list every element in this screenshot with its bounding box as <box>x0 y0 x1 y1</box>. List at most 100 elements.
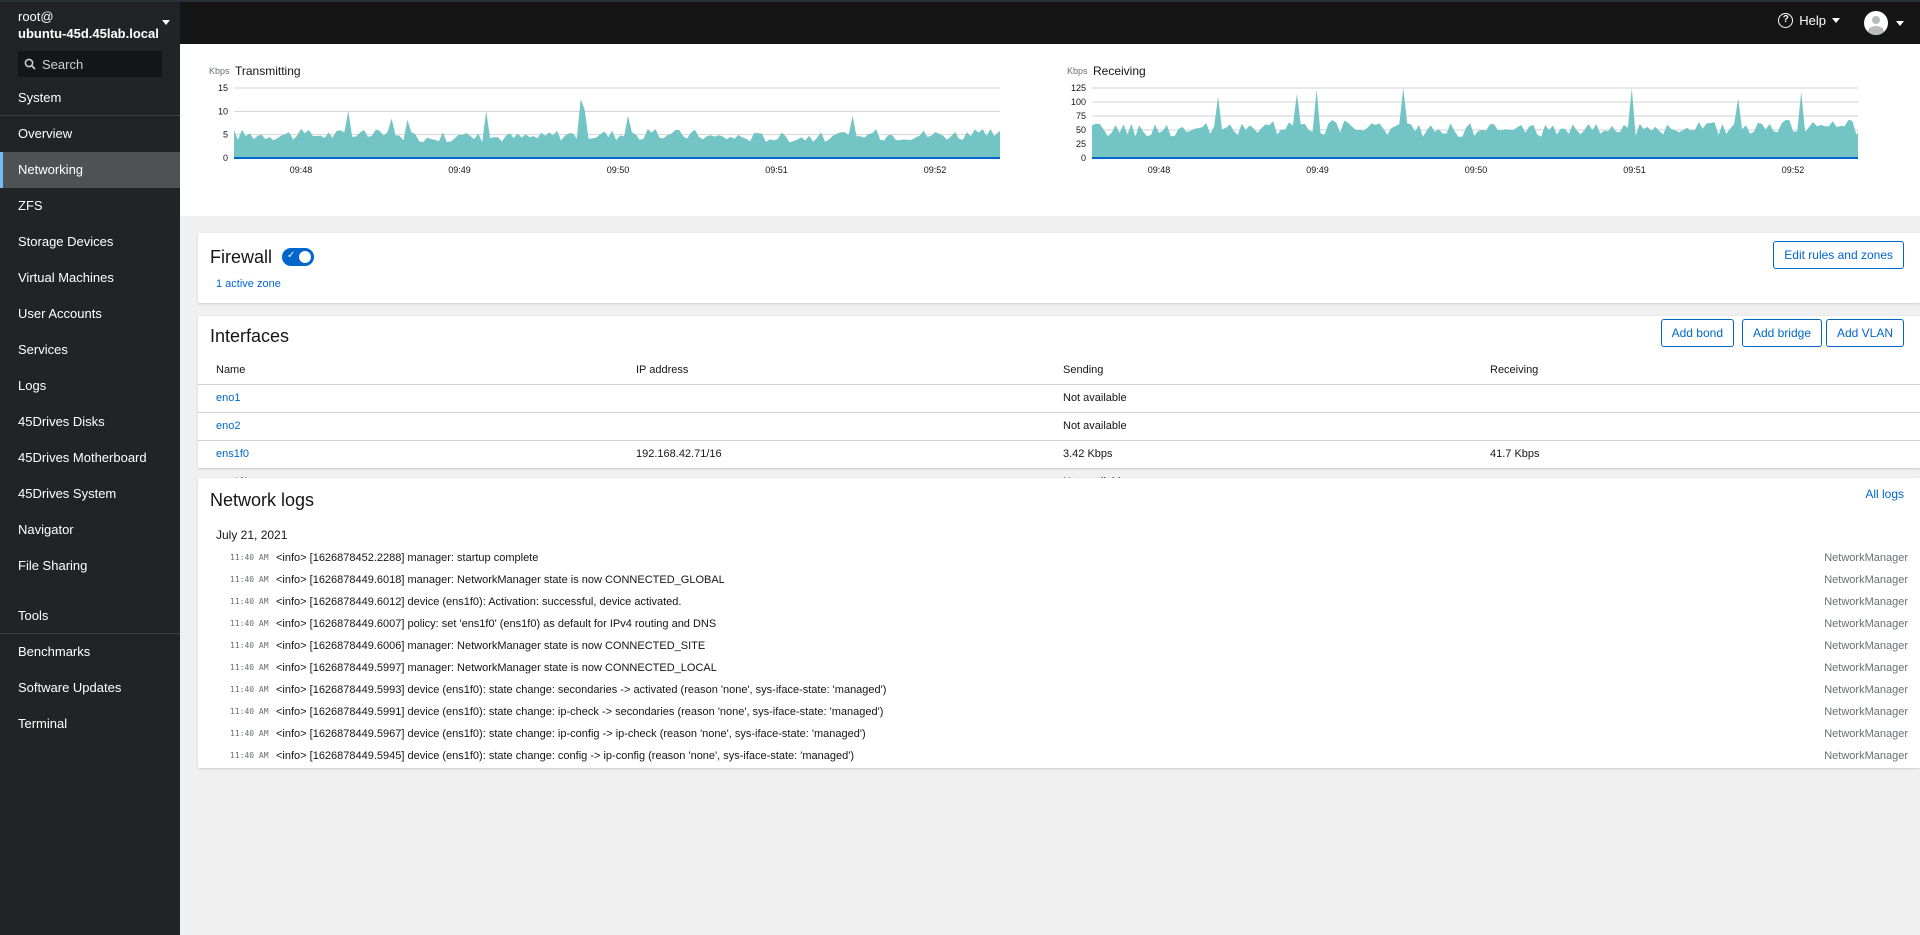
y-tick-label: 0 <box>1081 153 1086 163</box>
add-vlan-button[interactable]: Add VLAN <box>1825 319 1904 347</box>
nav-item-45drives-motherboard[interactable]: 45Drives Motherboard <box>0 440 180 476</box>
nav-item-navigator[interactable]: Navigator <box>0 512 180 548</box>
host-switcher[interactable]: root@ ubuntu-45d.45lab.local <box>0 0 180 44</box>
log-message: <info> [1626878449.5991] device (ens1f0)… <box>276 706 884 718</box>
column-header-sending[interactable]: Sending <box>1045 356 1472 385</box>
firewall-card: Firewall ✓ 1 active zone Edit rules and … <box>198 233 1920 303</box>
log-entry[interactable]: 11:40 AM <info> [1626878449.5945] device … <box>198 745 1920 767</box>
edit-rules-button[interactable]: Edit rules and zones <box>1773 241 1904 269</box>
x-tick-label: 09:50 <box>1465 165 1488 175</box>
interface-name[interactable]: eno1 <box>198 384 618 413</box>
log-source: NetworkManager <box>1824 618 1908 630</box>
log-source: NetworkManager <box>1824 640 1908 652</box>
log-message: <info> [1626878449.6018] manager: Networ… <box>276 574 725 586</box>
column-header-ip[interactable]: IP address <box>618 356 1045 385</box>
sidebar: root@ ubuntu-45d.45lab.local System Over… <box>0 0 180 935</box>
nav-group-tools: Tools <box>0 598 180 634</box>
firewall-title: Firewall <box>210 247 273 267</box>
x-tick-label: 09:49 <box>448 165 471 175</box>
log-time: 11:40 AM <box>230 597 269 606</box>
help-menu[interactable]: ? Help <box>1778 13 1840 28</box>
log-source: NetworkManager <box>1824 596 1908 608</box>
log-message: <info> [1626878449.5993] device (ens1f0)… <box>276 684 887 696</box>
active-zone-link[interactable]: 1 active zone <box>216 278 281 290</box>
interfaces-table: Name IP address Sending Receiving eno1 N… <box>198 356 1920 497</box>
log-entry[interactable]: 11:40 AM <info> [1626878449.6012] device … <box>198 591 1920 613</box>
nav-item-benchmarks[interactable]: Benchmarks <box>0 634 180 670</box>
nav-item-logs[interactable]: Logs <box>0 368 180 404</box>
add-bridge-button[interactable]: Add bridge <box>1741 319 1822 347</box>
add-bond-button[interactable]: Add bond <box>1660 319 1734 347</box>
log-message: <info> [1626878452.2288] manager: startu… <box>276 552 539 564</box>
chevron-down-icon <box>1832 18 1840 23</box>
check-icon: ✓ <box>287 250 296 261</box>
receiving-graph: Kbps Receiving 125 100 75 50 25 0 09:48 09:49 09… <box>1038 44 1858 216</box>
nav-item-networking[interactable]: Networking <box>0 152 180 188</box>
nav-item-overview[interactable]: Overview <box>0 116 180 152</box>
table-row[interactable]: eno1 Not available <box>198 384 1920 413</box>
receiving-chart: 125 100 75 50 25 0 09:48 09:49 09:50 09:51 09:52 <box>1071 83 1858 175</box>
host-name: ubuntu-45d.45lab.local <box>18 26 159 41</box>
log-source: NetworkManager <box>1824 706 1908 718</box>
nav-item-45drives-disks[interactable]: 45Drives Disks <box>0 404 180 440</box>
log-entry[interactable]: 11:40 AM <info> [1626878452.2288] manager… <box>198 547 1920 569</box>
series-area <box>234 99 1000 158</box>
interface-ip <box>618 412 1045 441</box>
host-user: root@ <box>18 9 54 24</box>
y-tick-label: 15 <box>218 83 228 93</box>
log-message: <info> [1626878449.5967] device (ens1f0)… <box>276 728 866 740</box>
nav-item-software-updates[interactable]: Software Updates <box>0 670 180 706</box>
search-box <box>18 51 162 77</box>
log-message: <info> [1626878449.6006] manager: Networ… <box>276 640 706 652</box>
interfaces-card: Interfaces Add bond Add bridge Add VLAN … <box>198 316 1920 497</box>
log-date: July 21, 2021 <box>216 528 288 542</box>
column-header-receiving[interactable]: Receiving <box>1472 356 1920 385</box>
y-tick-label: 100 <box>1071 97 1086 107</box>
log-entry[interactable]: 11:40 AM <info> [1626878449.5991] device … <box>198 701 1920 723</box>
x-tick-label: 09:49 <box>1306 165 1329 175</box>
log-entry[interactable]: 11:40 AM <info> [1626878449.5993] device … <box>198 679 1920 701</box>
log-message: <info> [1626878449.6007] policy: set 'en… <box>276 618 717 630</box>
help-label: Help <box>1799 13 1826 28</box>
column-header-name[interactable]: Name <box>198 356 618 385</box>
log-source: NetworkManager <box>1824 684 1908 696</box>
log-entry[interactable]: 11:40 AM <info> [1626878449.6006] manager… <box>198 635 1920 657</box>
table-header-row: Name IP address Sending Receiving <box>198 356 1920 385</box>
log-source: NetworkManager <box>1824 728 1908 740</box>
nav-item-virtual-machines[interactable]: Virtual Machines <box>0 260 180 296</box>
log-source: NetworkManager <box>1824 574 1908 586</box>
y-tick-label: 10 <box>218 106 228 116</box>
nav-item-45drives-system[interactable]: 45Drives System <box>0 476 180 512</box>
x-tick-label: 09:48 <box>290 165 313 175</box>
transmitting-chart: 15 10 5 0 09:48 09:49 09:50 09:51 09:52 <box>218 83 1000 175</box>
interface-name[interactable]: ens1f0 <box>198 440 618 469</box>
table-row[interactable]: ens1f0 192.168.42.71/16 3.42 Kbps 41.7 K… <box>198 440 1920 469</box>
firewall-toggle[interactable]: ✓ <box>282 248 314 266</box>
log-entry[interactable]: 11:40 AM <info> [1626878449.5997] manager… <box>198 657 1920 679</box>
network-logs-title: Network logs <box>210 490 315 510</box>
log-entry[interactable]: 11:40 AM <info> [1626878449.6007] policy:… <box>198 613 1920 635</box>
chevron-down-icon <box>162 20 170 25</box>
top-bar: ? Help <box>180 0 1920 44</box>
nav-item-terminal[interactable]: Terminal <box>0 706 180 742</box>
y-tick-label: 75 <box>1076 111 1086 121</box>
log-entry[interactable]: 11:40 AM <info> [1626878449.5967] device … <box>198 723 1920 745</box>
table-row[interactable]: eno2 Not available <box>198 412 1920 441</box>
nav-item-file-sharing[interactable]: File Sharing <box>0 548 180 584</box>
all-logs-link[interactable]: All logs <box>1865 487 1904 501</box>
interface-ip <box>618 384 1045 413</box>
log-time: 11:40 AM <box>230 751 269 760</box>
nav-item-storage-devices[interactable]: Storage Devices <box>0 224 180 260</box>
interface-name[interactable]: eno2 <box>198 412 618 441</box>
interface-ip: 192.168.42.71/16 <box>618 440 1045 469</box>
nav-item-user-accounts[interactable]: User Accounts <box>0 296 180 332</box>
nav-item-services[interactable]: Services <box>0 332 180 368</box>
nav-item-zfs[interactable]: ZFS <box>0 188 180 224</box>
log-time: 11:40 AM <box>230 663 269 672</box>
x-tick-label: 09:52 <box>1782 165 1805 175</box>
log-entry[interactable]: 11:40 AM <info> [1626878449.6018] manager… <box>198 569 1920 591</box>
user-menu[interactable] <box>1864 11 1904 35</box>
avatar <box>1864 11 1888 35</box>
y-tick-label: 125 <box>1071 83 1086 93</box>
search-input[interactable] <box>42 56 162 72</box>
